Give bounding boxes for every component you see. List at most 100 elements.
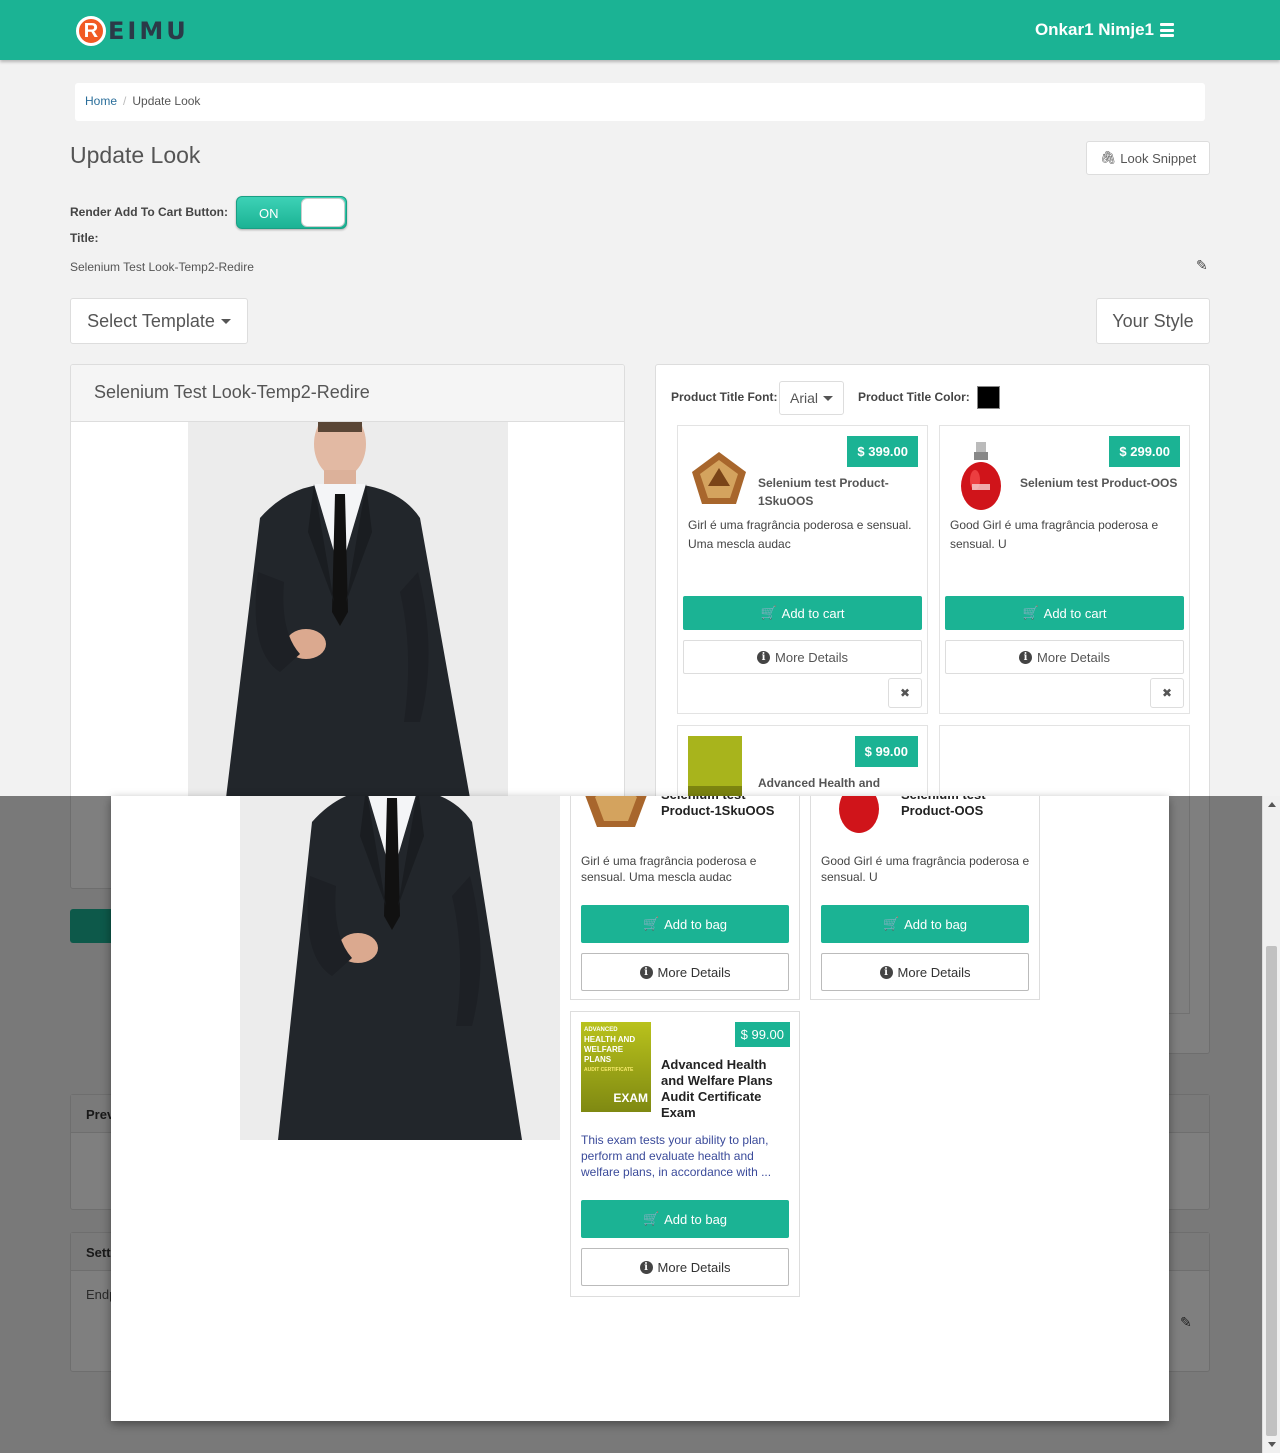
breadcrumb-home-link[interactable]: Home: [85, 94, 117, 108]
product-title-font-label: Product Title Font:: [671, 390, 778, 404]
look-panel-heading: Selenium Test Look-Temp2-Redire: [71, 365, 624, 422]
top-navbar: R EIMU Onkar1 Nimje1: [0, 0, 1280, 60]
modal-look-image: [240, 796, 560, 1140]
add-to-cart-button[interactable]: 🛒 Add to cart: [945, 596, 1184, 630]
cart-icon: 🛒: [882, 916, 900, 931]
modal-product-description: Girl é uma fragrância poderosa e sensual…: [581, 854, 757, 884]
product-title-color-swatch[interactable]: [977, 386, 1000, 409]
logo-mark: R: [76, 16, 106, 46]
caret-down-icon: [823, 395, 833, 401]
close-icon: ✖: [1161, 686, 1173, 700]
book-cover-line: WELFARE: [584, 1045, 624, 1054]
product-title: Selenium test Product-1SkuOOS: [758, 476, 889, 508]
add-to-cart-label: Add to cart: [781, 605, 845, 621]
product-description: Good Girl é uma fragrância poderosa e se…: [950, 518, 1159, 551]
more-details-button[interactable]: i More Details: [821, 953, 1029, 991]
info-icon: i: [1019, 650, 1033, 664]
breadcrumb-current: Update Look: [132, 94, 201, 108]
book-cover-line: AUDIT CERTIFICATE: [584, 1067, 634, 1073]
page-title: Update Look: [70, 142, 201, 168]
caret-down-icon: [220, 318, 231, 324]
your-style-label: Your Style: [1112, 310, 1194, 331]
scroll-down-arrow-icon[interactable]: [1268, 1442, 1276, 1447]
product-title: Advanced Health and: [758, 776, 881, 790]
cart-icon: 🛒: [760, 605, 777, 620]
user-name: Onkar1 Nimje1: [1034, 20, 1154, 39]
add-to-bag-label: Add to bag: [664, 916, 728, 932]
modal-product-title: Selenium test Product-OOS: [901, 796, 986, 818]
select-template-dropdown[interactable]: Select Template: [70, 298, 248, 344]
look-preview-modal: Selenium test Product-1SkuOOS Girl é uma…: [111, 796, 1169, 1421]
perfume-gold-image: [585, 796, 647, 827]
toggle-knob[interactable]: [301, 198, 345, 227]
perfume-red-image: [839, 796, 879, 833]
add-to-cart-label: Add to cart: [1043, 605, 1107, 621]
cart-icon: 🛒: [642, 916, 660, 931]
modal-product-description: Good Girl é uma fragrância poderosa e se…: [821, 854, 1030, 884]
your-style-button[interactable]: Your Style: [1096, 298, 1210, 344]
render-cart-toggle[interactable]: ON: [236, 196, 347, 229]
perfume-red-image: [961, 442, 1001, 510]
remove-product-button[interactable]: ✖: [1150, 678, 1184, 708]
more-details-button[interactable]: i More Details: [683, 640, 922, 674]
product-title-color-label: Product Title Color:: [858, 390, 970, 404]
hamburger-menu-icon[interactable]: [1160, 23, 1174, 37]
price-badge: $ 99.00: [734, 1022, 790, 1047]
more-details-label: More Details: [897, 964, 971, 980]
look-image: [188, 422, 508, 798]
title-value: Selenium Test Look-Temp2-Redire: [70, 260, 254, 274]
edit-title-pencil-icon[interactable]: ✎: [1196, 257, 1208, 274]
modal-product-title: Advanced Health and Welfare Plans Audit …: [661, 1057, 773, 1120]
book-cover-line: HEALTH AND: [584, 1035, 636, 1044]
add-to-bag-label: Add to bag: [904, 916, 968, 932]
info-icon: i: [757, 650, 771, 664]
add-to-cart-button[interactable]: 🛒 Add to cart: [683, 596, 922, 630]
logo-text: EIMU: [108, 17, 189, 45]
look-snippet-label: Look Snippet: [1120, 150, 1197, 166]
product-description: Girl é uma fragrância poderosa e sensual…: [688, 518, 912, 551]
remove-product-button[interactable]: ✖: [888, 678, 922, 708]
modal-scrollbar[interactable]: [1262, 796, 1280, 1453]
modal-product-description: This exam tests your ability to plan, pe…: [581, 1133, 772, 1179]
paperclip-icon: 🖇: [1099, 150, 1117, 165]
more-details-button[interactable]: i More Details: [581, 953, 789, 991]
breadcrumb: Home / Update Look: [75, 83, 1205, 121]
more-details-label: More Details: [657, 964, 731, 980]
man-in-suit-image: [240, 796, 560, 1140]
more-details-button[interactable]: i More Details: [945, 640, 1184, 674]
more-details-label: More Details: [775, 649, 848, 665]
info-icon: i: [639, 965, 653, 979]
breadcrumb-separator: /: [123, 94, 127, 108]
font-select-value: Arial: [789, 390, 818, 406]
more-details-label: More Details: [657, 1259, 731, 1275]
title-label: Title:: [70, 231, 99, 245]
modal-product-card: Selenium test Product-1SkuOOS Girl é uma…: [570, 796, 800, 1000]
close-icon: ✖: [899, 686, 911, 700]
render-cart-label: Render Add To Cart Button:: [70, 205, 228, 219]
info-icon: i: [639, 1260, 653, 1274]
toggle-state-text: ON: [259, 206, 279, 221]
scroll-up-arrow-icon[interactable]: [1268, 802, 1276, 807]
perfume-gold-image: [692, 452, 746, 504]
exam-book-image: ADVANCED HEALTH AND WELFARE PLANS AUDIT …: [581, 1022, 651, 1112]
modal-product-card: Selenium test Product-OOS Good Girl é um…: [810, 796, 1040, 1000]
cart-icon: 🛒: [642, 1211, 660, 1226]
product-card: $ 399.00 Selenium test Product-1SkuOOS G…: [677, 425, 928, 714]
book-cover-line: EXAM: [613, 1091, 648, 1105]
add-to-bag-button[interactable]: 🛒 Add to bag: [821, 905, 1029, 943]
scroll-thumb[interactable]: [1266, 946, 1277, 1436]
price-badge: $ 299.00: [1109, 436, 1180, 467]
cart-icon: 🛒: [1022, 605, 1039, 620]
more-details-button[interactable]: i More Details: [581, 1248, 789, 1286]
brand-logo[interactable]: R EIMU: [76, 16, 189, 46]
select-template-label: Select Template: [87, 310, 215, 331]
add-to-bag-button[interactable]: 🛒 Add to bag: [581, 905, 789, 943]
price-badge: $ 399.00: [847, 436, 918, 467]
look-snippet-button[interactable]: 🖇 Look Snippet: [1086, 141, 1210, 175]
man-in-suit-image: [188, 422, 508, 798]
user-menu[interactable]: Onkar1 Nimje1: [1035, 20, 1174, 40]
modal-product-title: Selenium test Product-1SkuOOS: [661, 796, 775, 818]
book-cover-line: ADVANCED: [584, 1027, 618, 1033]
add-to-bag-button[interactable]: 🛒 Add to bag: [581, 1200, 789, 1238]
product-title-font-select[interactable]: Arial: [779, 381, 844, 415]
